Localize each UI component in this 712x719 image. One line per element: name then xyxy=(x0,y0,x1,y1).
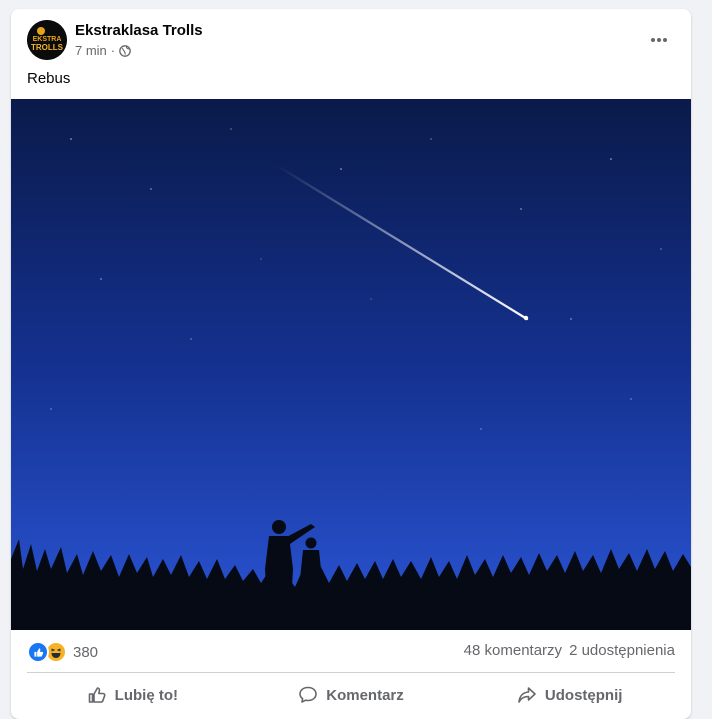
post-header: EKSTRA TROLLS Ekstraklasa Trolls 7 min · xyxy=(11,9,691,69)
post-card: EKSTRA TROLLS Ekstraklasa Trolls 7 min ·… xyxy=(11,9,691,719)
meta-separator: · xyxy=(110,43,116,58)
reactions-summary[interactable]: 380 xyxy=(27,641,98,663)
reaction-count: 380 xyxy=(73,643,99,661)
page-avatar[interactable]: EKSTRA TROLLS xyxy=(27,20,67,60)
share-button[interactable]: Udostępnij xyxy=(460,675,679,715)
avatar-text-top: EKSTRA xyxy=(33,36,62,43)
share-button-label: Udostępnij xyxy=(544,686,623,704)
post-time[interactable]: 7 min xyxy=(75,43,107,58)
share-icon xyxy=(518,687,536,703)
like-button-label: Lubię to! xyxy=(114,686,178,704)
comment-icon xyxy=(299,686,318,703)
more-options-button[interactable] xyxy=(641,27,677,53)
post-text: Rebus xyxy=(27,70,71,87)
comment-button[interactable]: Komentarz xyxy=(242,675,461,715)
comment-button-label: Komentarz xyxy=(326,686,404,704)
post-actions: Lubię to! Komentarz Udostępnij xyxy=(23,675,679,715)
avatar-text-bottom: TROLLS xyxy=(31,43,64,52)
post-stats: 380 48 komentarzy 2 udostępnienia xyxy=(11,630,691,672)
page-logo-icon: EKSTRA TROLLS xyxy=(27,20,67,60)
engagement-counts: 48 komentarzy 2 udostępnienia xyxy=(464,642,675,659)
comments-count-link[interactable]: 48 komentarzy xyxy=(464,642,562,659)
more-options-icon xyxy=(651,38,667,42)
page-name-link[interactable]: Ekstraklasa Trolls xyxy=(75,22,203,39)
globe-icon xyxy=(119,44,131,57)
thumbs-up-icon xyxy=(88,687,106,703)
like-button[interactable]: Lubię to! xyxy=(23,675,242,715)
post-meta: 7 min · xyxy=(75,43,131,58)
night-sky-illustration xyxy=(11,99,691,630)
post-image[interactable] xyxy=(11,99,691,630)
like-reaction-icon xyxy=(27,641,49,663)
shares-count-link[interactable]: 2 udostępnienia xyxy=(569,642,675,659)
actions-divider xyxy=(27,672,675,673)
